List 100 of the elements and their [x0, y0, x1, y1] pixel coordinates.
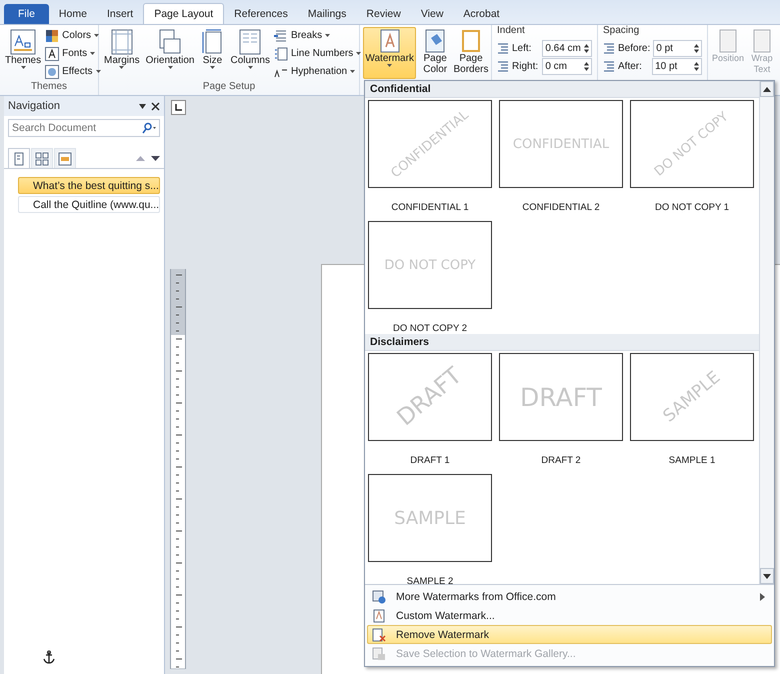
page-icon	[718, 29, 738, 53]
ribbon-button[interactable]: Orientation	[144, 27, 196, 79]
ribbon-small-button[interactable]: Line Numbers	[274, 45, 362, 62]
tab-selector[interactable]	[170, 100, 186, 115]
caret-icon	[248, 66, 253, 69]
thumbnail-caption: DO NOT COPY 2	[392, 323, 468, 334]
menu-item[interactable]: More Watermarks from Office.com	[367, 587, 772, 606]
spacing-icon	[603, 42, 615, 54]
search-icon	[141, 122, 157, 134]
spacing-icon	[603, 60, 615, 72]
spin-field[interactable]: 10 pt	[652, 58, 702, 74]
section-header: Disclaimers	[365, 334, 759, 351]
thumbnail-caption: CONFIDENTIAL 2	[522, 202, 600, 213]
themes-icon	[10, 29, 36, 55]
anchor-icon	[42, 650, 56, 664]
close-icon	[151, 102, 160, 110]
ribbon-button[interactable]: Columns	[228, 27, 272, 79]
menu-item[interactable]: Remove Watermark	[367, 625, 772, 644]
margins-icon	[110, 29, 134, 55]
caret-icon	[20, 66, 26, 69]
submenu-arrow-icon	[760, 592, 765, 600]
thumbnail-caption: CONFIDENTIAL 1	[391, 202, 469, 213]
font-icon	[45, 46, 60, 60]
spin-arrows-icon	[694, 44, 699, 52]
watermark-icon	[372, 608, 386, 622]
section-header: Confidential	[365, 81, 759, 98]
page-icon	[752, 29, 772, 53]
page-thumbnails-icon	[35, 152, 49, 166]
remove-watermark-icon	[372, 628, 386, 642]
line-numbers-icon	[274, 46, 288, 60]
spacing-icon	[497, 42, 509, 54]
thumbnail-caption: DRAFT 1	[410, 455, 450, 466]
spin-field[interactable]: 0 pt	[653, 40, 702, 56]
ribbon-tab[interactable]: View	[410, 4, 454, 24]
ribbon-tab[interactable]: Acrobat	[453, 4, 510, 24]
effects-icon	[45, 64, 60, 78]
page-borders-icon	[460, 29, 482, 53]
ribbon-tab[interactable]: File	[4, 4, 49, 24]
pane-title: Navigation	[8, 100, 60, 112]
thumbnail-caption: DRAFT 2	[541, 455, 581, 466]
caret-icon	[350, 70, 356, 73]
ribbon-tab[interactable]: Home	[48, 4, 97, 24]
ribbon-small-button[interactable]: Hyphenation	[274, 63, 362, 80]
field-label: After:	[618, 60, 643, 72]
ribbon-small-button[interactable]: Colors	[45, 27, 101, 44]
columns-icon	[238, 29, 262, 55]
ribbon-tab[interactable]: Review	[356, 4, 411, 24]
spin-field[interactable]: 0.64 cm	[542, 40, 592, 56]
search-results-icon	[58, 152, 72, 166]
headings-view-icon	[14, 152, 24, 166]
themes-button[interactable]: Themes	[3, 27, 44, 79]
page-size-icon	[200, 29, 224, 55]
spin-arrows-icon	[584, 62, 589, 70]
field-label: Right:	[512, 60, 540, 72]
thumbnail-caption: SAMPLE 1	[668, 455, 716, 466]
ribbon-tab[interactable]: Page Layout	[143, 3, 224, 24]
thumbnail-caption: SAMPLE 2	[406, 576, 454, 584]
left-tab-icon	[174, 104, 182, 111]
caret-icon	[96, 70, 101, 73]
view-tab[interactable]	[54, 148, 76, 168]
view-tab[interactable]	[31, 148, 53, 168]
ribbon-small-button[interactable]: Breaks	[274, 27, 362, 44]
caret-icon	[90, 52, 96, 55]
thumbnail-caption: DO NOT COPY 1	[654, 202, 730, 213]
caret-icon	[119, 66, 124, 69]
color-swatch-icon	[45, 28, 60, 42]
caret-icon	[325, 34, 330, 37]
field-label: Left:	[512, 42, 532, 54]
orientation-icon	[158, 29, 182, 55]
scrollbar[interactable]	[759, 81, 774, 584]
group-label: Page Setup	[202, 81, 256, 94]
menu-item[interactable]: Custom Watermark...	[367, 606, 772, 625]
scroll-up-icon	[763, 86, 771, 92]
save-to-gallery-icon	[372, 646, 386, 660]
ribbon-button[interactable]: Page Color	[418, 27, 452, 79]
next-icon	[151, 155, 160, 162]
caret-icon	[356, 52, 362, 55]
spin-arrows-icon	[694, 62, 699, 70]
watermark-icon	[378, 29, 401, 53]
ribbon-button[interactable]: Page Borders	[454, 27, 488, 79]
field-label: Before:	[618, 42, 650, 54]
search-field[interactable]: Search Document	[8, 119, 160, 137]
dropdown-icon	[138, 102, 147, 110]
ribbon-small-button[interactable]: Fonts	[45, 45, 101, 62]
view-tab[interactable]	[8, 148, 30, 168]
ribbon-button[interactable]: Size	[198, 27, 226, 79]
heading-item[interactable]: Call the Quitline (www.qu...	[18, 196, 160, 213]
ribbon-tab[interactable]: References	[224, 4, 298, 24]
breaks-icon	[274, 28, 288, 42]
paint-bucket-icon	[424, 29, 446, 53]
group-label: Themes	[30, 81, 68, 94]
ribbon-small-button[interactable]: Effects	[45, 63, 101, 80]
ribbon-tab[interactable]: Mailings	[298, 4, 356, 24]
ribbon-tab[interactable]: Insert	[96, 4, 144, 24]
ribbon-button[interactable]: Watermark	[363, 27, 416, 79]
group-heading: Indent	[497, 25, 526, 38]
spin-field[interactable]: 0 cm	[542, 58, 592, 74]
heading-item[interactable]: What’s the best quitting s...	[18, 177, 160, 194]
globe-icon	[372, 590, 386, 604]
ribbon-button[interactable]: Margins	[102, 27, 142, 79]
